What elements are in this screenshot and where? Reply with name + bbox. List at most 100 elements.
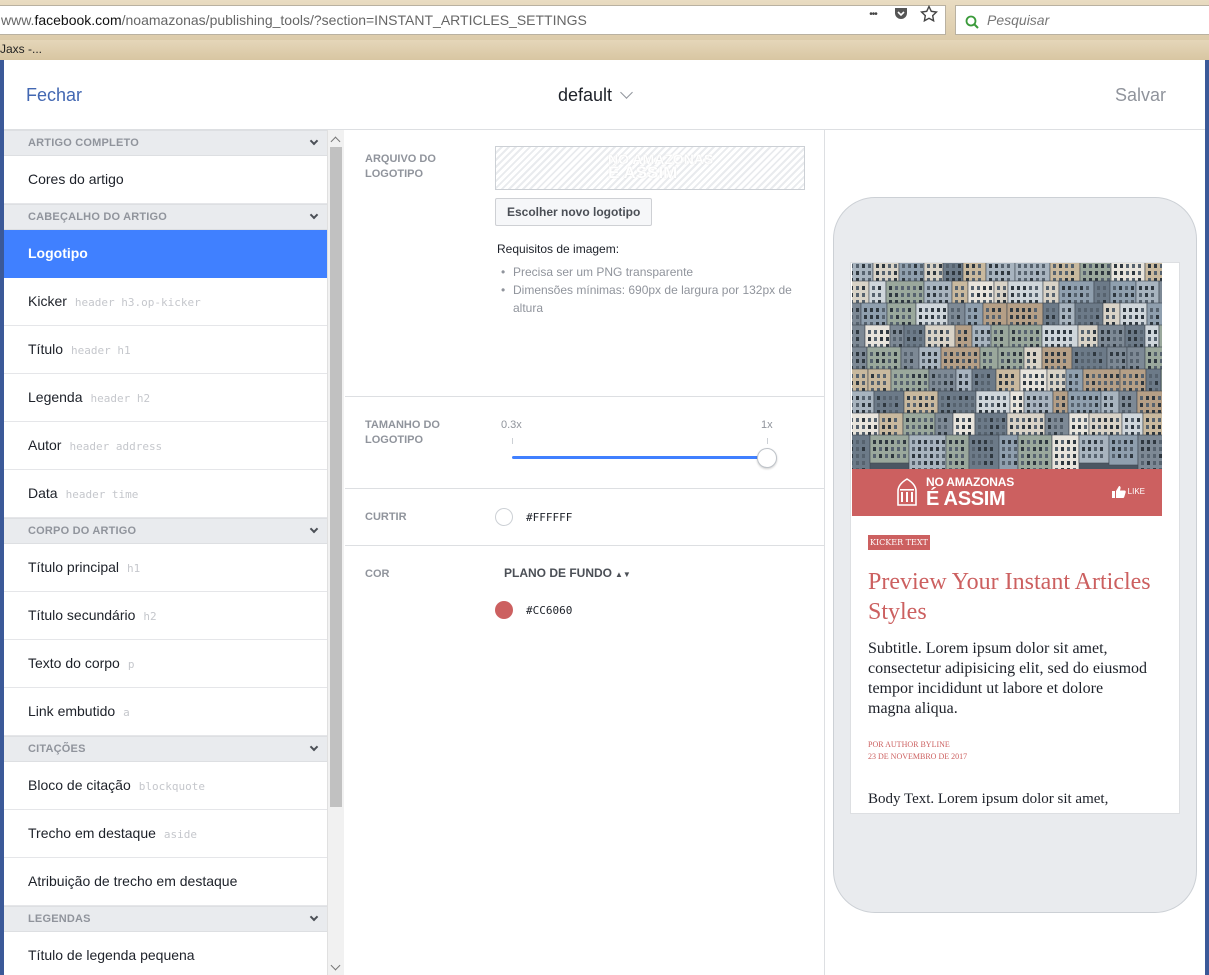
sidebar-item-author[interactable]: Autor header address — [4, 422, 327, 470]
logo-bar: NO AMAZONAS É ASSIM LIKE — [852, 469, 1162, 516]
sidebar-item-pull-quote-attribution[interactable]: Atribuição de trecho em destaque — [4, 858, 327, 906]
sidebar-item-subtitle[interactable]: Legenda header h2 — [4, 374, 327, 422]
sidebar-item-label: Data — [28, 485, 58, 501]
sidebar-item-label: Atribuição de trecho em destaque — [28, 873, 238, 889]
more-actions-icon[interactable]: ••• — [862, 5, 884, 25]
phone-screen: NO AMAZONAS É ASSIM LIKE KICKER TEXT Pre… — [850, 262, 1180, 814]
sidebar-item-title[interactable]: Título header h1 — [4, 326, 327, 374]
sort-arrows-icon: ▲▼ — [615, 570, 631, 579]
sidebar-item-secondary-heading[interactable]: Título secundário h2 — [4, 592, 327, 640]
sidebar-item-label: Autor — [28, 437, 62, 453]
image-requirements-title: Requisitos de imagem: — [497, 242, 620, 256]
slider-tick — [767, 438, 768, 444]
background-color-value[interactable]: #CC6060 — [526, 604, 572, 617]
sidebar-item-label: Título secundário — [28, 607, 136, 623]
background-color-swatch[interactable] — [495, 601, 513, 619]
color-label: COR — [365, 568, 390, 580]
logo-size-slider-handle[interactable] — [757, 448, 777, 468]
chevron-down-icon — [309, 524, 319, 534]
sidebar-item-label: Bloco de citação — [28, 777, 131, 793]
preview-date: 23 DE NOVEMBRO DE 2017 — [868, 752, 968, 761]
section-header-article-body[interactable]: CORPO DO ARTIGO — [4, 518, 327, 544]
section-header-article-header[interactable]: CABEÇALHO DO ARTIGO — [4, 204, 327, 230]
sidebar-item-kicker[interactable]: Kicker header h3.op-kicker — [4, 278, 327, 326]
save-button[interactable]: Salvar — [1115, 85, 1205, 106]
requirement-item: Precisa ser um PNG transparente — [501, 263, 806, 281]
style-selector[interactable]: default — [558, 85, 633, 106]
search-icon — [964, 12, 982, 29]
scroll-down-icon[interactable] — [330, 960, 341, 971]
css-selector-hint: header h2 — [90, 392, 151, 405]
logo-file-preview: NO AMAZONAS É ASSIM — [495, 146, 805, 190]
sidebar-item-small-caption-title[interactable]: Título de legenda pequena — [4, 932, 327, 975]
preview-kicker: KICKER TEXT — [868, 535, 930, 550]
address-bar[interactable]: www.facebook.com/noamazonas/publishing_t… — [0, 5, 946, 35]
preview-title: Preview Your Instant Articles Styles — [868, 569, 1151, 625]
section-header-full-article[interactable]: ARTIGO COMPLETO — [4, 130, 327, 156]
section-header-quotes[interactable]: CITAÇÕES — [4, 736, 327, 762]
css-selector-hint: aside — [163, 828, 198, 841]
chevron-down-icon — [309, 742, 319, 752]
css-selector-hint: header h1 — [71, 344, 131, 357]
section-title: ARTIGO COMPLETO — [28, 137, 139, 149]
chevron-down-icon — [309, 136, 319, 146]
preview-subtitle: Subtitle. Lorem ipsum dolor sit amet, co… — [868, 640, 1148, 717]
sidebar-item-pull-quote[interactable]: Trecho em destaque aside — [4, 810, 327, 858]
sidebar-item-label: Trecho em destaque — [28, 825, 156, 841]
like-label: CURTIR — [365, 511, 407, 523]
article-preview-pane: NO AMAZONAS É ASSIM LIKE KICKER TEXT Pre… — [826, 130, 1205, 975]
phone-frame: NO AMAZONAS É ASSIM LIKE KICKER TEXT Pre… — [833, 197, 1197, 913]
scroll-up-icon[interactable] — [330, 136, 341, 147]
close-button[interactable]: Fechar — [26, 85, 82, 106]
section-title: CORPO DO ARTIGO — [28, 525, 137, 537]
divider — [345, 545, 825, 546]
sidebar-item-date[interactable]: Data header time — [4, 470, 327, 518]
like-label: LIKE — [1127, 487, 1145, 497]
like-button[interactable]: LIKE — [1111, 486, 1145, 498]
bookmark-star-icon[interactable] — [918, 4, 940, 25]
slider-max-label: 1x — [761, 419, 773, 431]
thumbs-up-icon — [1111, 486, 1126, 498]
chevron-down-icon — [309, 912, 319, 922]
bookmark-item[interactable]: Jaxs -... — [0, 42, 42, 56]
divider — [345, 396, 825, 397]
css-selector-hint: a — [123, 706, 130, 719]
style-sections-sidebar: ARTIGO COMPLETO Cores do artigo CABEÇALH… — [4, 130, 327, 975]
sidebar-item-label: Link embutido — [28, 703, 116, 719]
sidebar-item-label: Título principal — [28, 559, 120, 575]
scrollbar-thumb[interactable] — [330, 147, 342, 807]
logo-file-label: ARQUIVO DO LOGOTIPO — [365, 153, 436, 180]
section-header-captions[interactable]: LEGENDAS — [4, 906, 327, 932]
like-color-value[interactable]: #FFFFFF — [526, 511, 572, 524]
pocket-icon[interactable] — [890, 5, 912, 25]
sidebar-scrollbar[interactable] — [327, 130, 344, 975]
chevron-down-icon — [309, 210, 319, 220]
choose-new-logo-button[interactable]: Escolher novo logotipo — [495, 198, 653, 226]
logo-size-slider-track[interactable] — [512, 456, 767, 459]
section-title: CABEÇALHO DO ARTIGO — [28, 211, 168, 223]
browser-search-input[interactable]: Pesquisar — [955, 5, 1209, 35]
sidebar-item-label: Título de legenda pequena — [28, 947, 195, 963]
hero-image-city — [852, 263, 1162, 469]
search-placeholder: Pesquisar — [987, 12, 1050, 28]
logo-settings-panel: ARQUIVO DO LOGOTIPO NO AMAZONAS É ASSIM E… — [345, 130, 825, 975]
sidebar-item-logo[interactable]: Logotipo — [4, 230, 327, 278]
preview-byline: POR AUTHOR BYLINE — [868, 740, 950, 749]
url-prefix: www. — [1, 12, 35, 28]
css-selector-hint: h2 — [143, 610, 157, 623]
divider — [345, 488, 825, 489]
url-path: /noamazonas/publishing_tools/?section=IN… — [121, 12, 587, 28]
preview-body-text: Body Text. Lorem ipsum dolor sit amet, — [868, 791, 1109, 807]
color-mode-value: PLANO DE FUNDO — [504, 566, 612, 580]
sidebar-item-article-colors[interactable]: Cores do artigo — [4, 156, 327, 204]
sidebar-item-embedded-link[interactable]: Link embutido a — [4, 688, 327, 736]
chevron-down-icon — [620, 86, 633, 99]
sidebar-item-blockquote[interactable]: Bloco de citação blockquote — [4, 762, 327, 810]
sidebar-item-main-heading[interactable]: Título principal h1 — [4, 544, 327, 592]
css-selector-hint: blockquote — [138, 780, 205, 793]
sidebar-item-label: Kicker — [28, 293, 67, 309]
sidebar-item-body-text[interactable]: Texto do corpo p — [4, 640, 327, 688]
like-color-swatch[interactable] — [495, 508, 513, 526]
color-mode-dropdown[interactable]: PLANO DE FUNDO ▲▼ — [504, 566, 631, 580]
css-selector-hint: header address — [69, 440, 163, 453]
